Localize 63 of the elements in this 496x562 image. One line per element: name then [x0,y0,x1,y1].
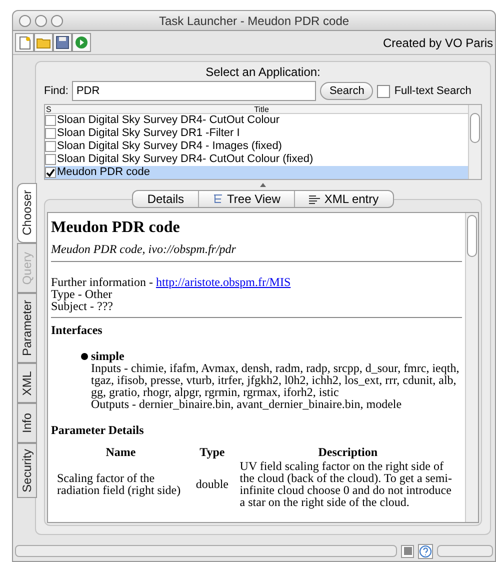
help-icon[interactable] [418,544,433,558]
interfaces-heading: Interfaces [51,324,104,336]
row-checkbox[interactable] [45,128,56,139]
minimize-window-button[interactable] [35,14,47,26]
column-header: Name [106,445,136,459]
application-title[interactable]: Sloan Digital Sky Survey DR4- CutOut Colour [57,114,280,127]
close-window-button[interactable] [19,14,31,26]
application-title[interactable]: Sloan Digital Sky Survey DR4 - Images (fixed) [57,140,282,153]
open-folder-toolbar-button[interactable] [34,33,53,52]
credit-text: Created by VO Paris [382,34,493,52]
full-text-search-checkbox[interactable] [377,84,390,98]
further-information-link[interactable]: http://aristote.obspm.fr/MIS [156,275,291,289]
run-toolbar-button[interactable] [72,33,91,52]
new-document-icon [18,36,30,50]
folder-icon [36,36,51,48]
further-information-label: Further information - [51,275,154,289]
column-header[interactable]: S [45,105,55,113]
interface-name: simple [91,350,126,362]
column-header: Type [200,445,225,459]
play-icon [75,36,88,49]
text-lines-icon [309,194,320,204]
find-label: Find: [44,84,68,99]
bullet-icon [81,353,88,360]
window-title: Task Launcher - Meudon PDR code [158,12,350,30]
collapse-arrow-icon[interactable] [260,183,266,187]
section-heading: Select an Application: [204,64,322,80]
side-tab[interactable]: Security [17,443,37,498]
side-tab[interactable]: XML [17,363,37,403]
interface-outputs: Outputs - dernier_binaire.bin, avant_dernier_binaire.bin, modele [91,398,403,410]
type-text: Type - Other [51,288,114,300]
table-cell: Scaling factor of the radiation field (right side) [57,471,181,497]
view-tab[interactable]: XML entry [294,191,393,207]
view-tab[interactable]: Tree View [198,191,294,207]
full-text-search-label: Full-text Search [394,84,472,99]
row-checkbox[interactable] [45,167,56,178]
side-tab[interactable]: Parameter [17,293,37,363]
zoom-window-button[interactable] [51,14,63,26]
tree-icon [213,194,224,204]
search-button[interactable]: Search [320,82,374,100]
scrollbar[interactable] [468,105,481,179]
save-toolbar-button[interactable] [53,33,72,52]
resource-title: Meudon PDR code [51,219,181,237]
side-tab[interactable]: Info [17,403,37,443]
column-header[interactable]: Title [55,105,468,113]
parameter-details-heading: Parameter Details [51,424,145,436]
resource-identifier: Meudon PDR code, ivo://obspm.fr/pdr [51,243,237,255]
application-title[interactable]: Sloan Digital Sky Survey DR4- CutOut Colour (fixed) [57,153,314,166]
status-field [437,545,493,557]
subject-text: Subject - ??? [51,300,114,312]
table-cell: UV field scaling factor on the right side of the cloud (back of the cloud). To get a semi-infinite cloud choose 0 and do not introduce a star on the right side of the cloud. [240,459,452,509]
row-checkbox[interactable] [45,115,56,126]
find-field[interactable]: PDR [72,81,316,101]
row-checkbox[interactable] [45,154,56,165]
scrollbar[interactable] [465,213,478,522]
row-checkbox[interactable] [45,141,56,152]
stop-button[interactable] [401,544,414,558]
new-document-toolbar-button[interactable] [15,33,34,52]
application-title[interactable]: Sloan Digital Sky Survey DR1 -Filter I [57,127,240,140]
side-tab[interactable]: Chooser [17,183,37,243]
column-header: Description [318,445,378,459]
table-cell: double [196,477,228,491]
view-tab[interactable]: Details [133,191,198,207]
interface-inputs: Inputs - chimie, ifafm, Avmax, densh, radm, radp, srcpp, d_sour, fmrc, ieqth, tgaz, ifisob, presse, vturb, itrfer, jfgkh2, l0h2, ichh2, los_ext, rrr, cdunit, alb, gg, gratio, rhogr, alpgr, rgrmin, rgrmax, iforh2, istic [91,362,462,398]
